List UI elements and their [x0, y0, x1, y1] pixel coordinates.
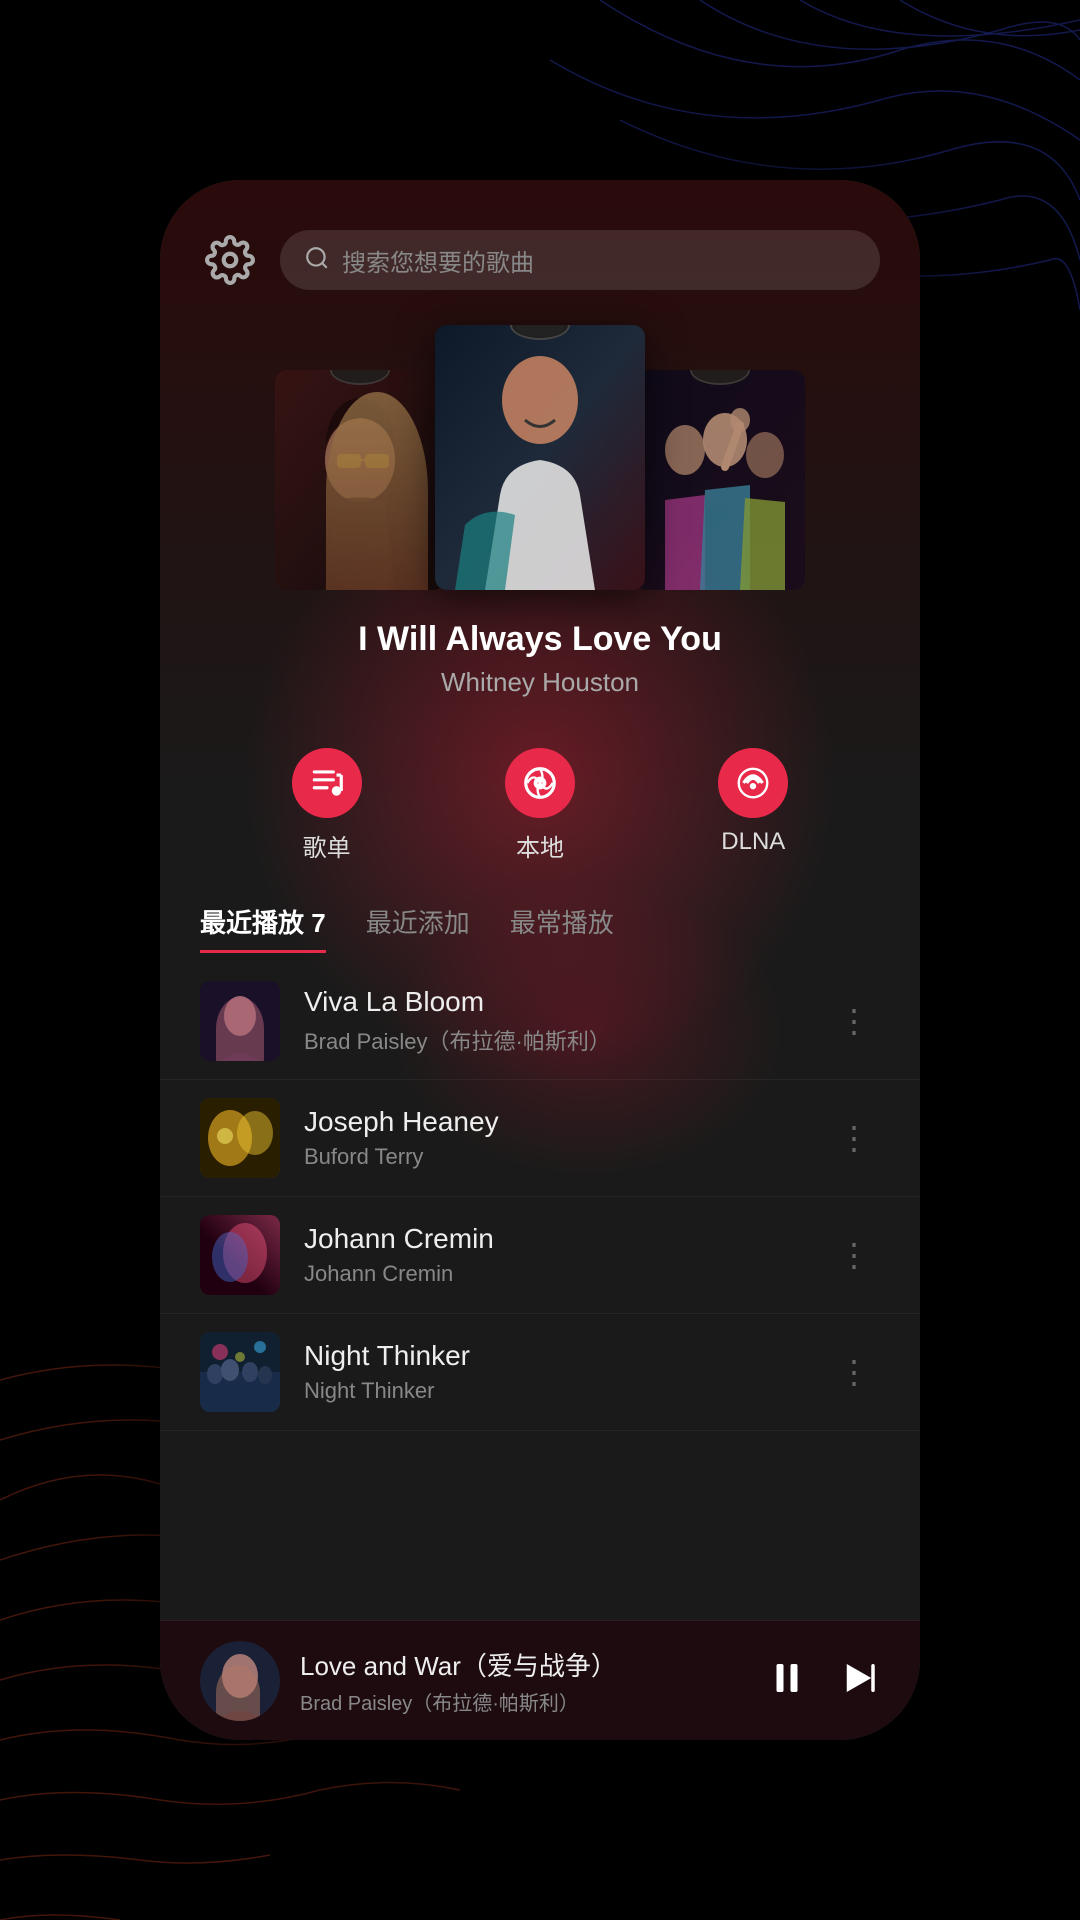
song-artist-3: Johann Cremin — [304, 1261, 804, 1287]
settings-button[interactable] — [200, 230, 260, 290]
song-row-2[interactable]: Joseph Heaney Buford Terry ⋮ — [160, 1080, 920, 1197]
more-button-3[interactable]: ⋮ — [828, 1226, 880, 1284]
song-name-3: Johann Cremin — [304, 1223, 804, 1255]
playlist-icon-circle — [292, 748, 362, 818]
song-artist-1: Brad Paisley（布拉德·帕斯利） — [304, 1024, 804, 1056]
song-thumb-1 — [200, 981, 280, 1061]
next-button[interactable] — [838, 1657, 880, 1704]
song-row-3[interactable]: Johann Cremin Johann Cremin ⋮ — [160, 1197, 920, 1314]
album-card-left[interactable] — [275, 370, 445, 590]
tab-recent-count: 7 — [311, 908, 325, 938]
now-playing-artist: Brad Paisley（布拉德·帕斯利） — [300, 1687, 746, 1716]
song-name-2: Joseph Heaney — [304, 1106, 804, 1138]
song-name-1: Viva La Bloom — [304, 986, 804, 1018]
nav-playlist[interactable]: 歌单 — [292, 748, 362, 863]
nav-local[interactable]: 本地 — [505, 748, 575, 863]
song-row-4[interactable]: Night Thinker Night Thinker ⋮ — [160, 1314, 920, 1431]
album-carousel — [160, 310, 920, 610]
nav-dlna-label: DLNA — [721, 828, 785, 856]
nav-local-label: 本地 — [516, 828, 564, 863]
tab-recent[interactable]: 最近播放 7 — [200, 903, 326, 953]
tab-added-label: 最近添加 — [366, 908, 470, 938]
song-meta-2: Joseph Heaney Buford Terry — [304, 1106, 804, 1170]
nav-icons: 歌单 本地 — [160, 728, 920, 893]
pause-button[interactable] — [766, 1657, 808, 1704]
search-bar[interactable]: 搜索您想要的歌曲 — [280, 230, 880, 290]
tab-recent-label: 最近播放 — [200, 908, 304, 938]
song-meta-1: Viva La Bloom Brad Paisley（布拉德·帕斯利） — [304, 986, 804, 1056]
song-title: I Will Always Love You — [200, 620, 880, 659]
local-icon-circle — [505, 748, 575, 818]
more-button-1[interactable]: ⋮ — [828, 992, 880, 1050]
song-thumb-3 — [200, 1215, 280, 1295]
song-thumb-2 — [200, 1098, 280, 1178]
song-list: Viva La Bloom Brad Paisley（布拉德·帕斯利） ⋮ Jo… — [160, 953, 920, 1620]
now-playing-title: Love and War（爱与战争） — [300, 1646, 746, 1683]
now-playing-bar[interactable]: Love and War（爱与战争） Brad Paisley（布拉德·帕斯利） — [160, 1620, 920, 1740]
more-button-4[interactable]: ⋮ — [828, 1343, 880, 1401]
screen: 搜索您想要的歌曲 — [160, 180, 920, 1740]
album-card-center[interactable] — [435, 325, 645, 590]
now-playing-meta: Love and War（爱与战争） Brad Paisley（布拉德·帕斯利） — [300, 1646, 746, 1716]
more-button-2[interactable]: ⋮ — [828, 1109, 880, 1167]
song-artist-2: Buford Terry — [304, 1144, 804, 1170]
top-bar: 搜索您想要的歌曲 — [160, 180, 920, 310]
nav-dlna[interactable]: DLNA — [718, 748, 788, 863]
tab-frequent-label: 最常播放 — [510, 908, 614, 938]
search-placeholder: 搜索您想要的歌曲 — [342, 243, 534, 278]
now-playing-thumb — [200, 1641, 280, 1721]
phone-shell: 搜索您想要的歌曲 — [160, 180, 920, 1740]
album-card-right[interactable] — [635, 370, 805, 590]
tab-added[interactable]: 最近添加 — [366, 903, 470, 953]
song-thumb-4 — [200, 1332, 280, 1412]
song-row-1[interactable]: Viva La Bloom Brad Paisley（布拉德·帕斯利） ⋮ — [160, 963, 920, 1080]
song-meta-4: Night Thinker Night Thinker — [304, 1340, 804, 1404]
song-artist: Whitney Houston — [200, 667, 880, 698]
song-artist-4: Night Thinker — [304, 1378, 804, 1404]
nav-playlist-label: 歌单 — [303, 828, 351, 863]
song-name-4: Night Thinker — [304, 1340, 804, 1372]
song-info: I Will Always Love You Whitney Houston — [160, 610, 920, 728]
dlna-icon-circle — [718, 748, 788, 818]
player-controls — [766, 1657, 880, 1704]
tabs-bar: 最近播放 7 最近添加 最常播放 — [160, 893, 920, 953]
song-meta-3: Johann Cremin Johann Cremin — [304, 1223, 804, 1287]
search-icon — [304, 245, 330, 276]
tab-frequent[interactable]: 最常播放 — [510, 903, 614, 953]
